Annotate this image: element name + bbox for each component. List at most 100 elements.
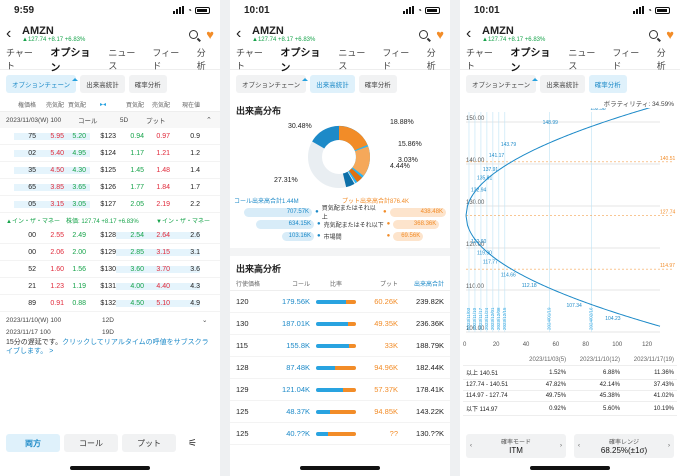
settings-sliders-icon[interactable]: ⚟ [188, 438, 197, 449]
subtab-volume[interactable]: 出来高統計 [80, 75, 125, 93]
tab-feed[interactable]: フィード [612, 46, 646, 72]
cell-k: $130 [100, 265, 116, 273]
tab-chart[interactable]: チャート [466, 46, 500, 72]
volume-row[interactable]: 129 121.04K 57.37K 178.41K [230, 379, 450, 401]
cell-e: 0.97 [156, 132, 170, 140]
subtab-volume[interactable]: 出来高統計 [540, 75, 585, 93]
search-icon[interactable] [649, 30, 659, 39]
cell-f: 4.9 [170, 299, 200, 307]
back-icon[interactable]: ‹ [466, 25, 480, 43]
volume-row[interactable]: 120 179.56K 60.26K 239.82K [230, 291, 450, 313]
chain-row[interactable]: 89 0.91 0.88 $132 4.50 5.10 4.9 [0, 295, 220, 312]
subtab-chain[interactable]: オプションチェーン [466, 75, 537, 93]
expiry-date-label: 2023/11/03 [466, 307, 471, 330]
favorite-heart-icon[interactable]: ♥ [666, 27, 674, 42]
put-button[interactable]: プット [122, 434, 176, 452]
lower-value-label: 114.66 [501, 272, 516, 278]
battery-icon [655, 6, 670, 14]
x-tick-label: 0 [463, 342, 467, 348]
favorite-heart-icon[interactable]: ♥ [206, 27, 214, 42]
tab-feed[interactable]: フィード [152, 46, 186, 72]
volume-row[interactable]: 128 87.48K 94.96K 182.44K [230, 357, 450, 379]
chevron-up-icon[interactable]: ⌃ [206, 116, 212, 124]
chain-row[interactable]: 02 5.40 4.95 $124 1.17 1.21 1.2 [0, 145, 220, 162]
call-button[interactable]: コール [64, 434, 118, 452]
expiry-row-3[interactable]: 2023/11/17 100 19D [0, 328, 220, 336]
favorite-heart-icon[interactable]: ♥ [436, 27, 444, 42]
chain-row[interactable]: 75 5.95 5.20 $123 0.94 0.97 0.9 [0, 128, 220, 145]
probability-cone-chart: 150.00140.00130.00120.00110.00100.002023… [463, 104, 676, 348]
subtab-probability[interactable]: 確率分析 [588, 75, 627, 93]
cell-k: $131 [100, 282, 116, 290]
col-bid: 買気配 [67, 103, 86, 109]
back-icon[interactable]: ‹ [236, 25, 250, 43]
cell-f: 1.7 [190, 183, 200, 191]
tab-analysis[interactable]: 分析 [657, 46, 674, 72]
chain-row[interactable]: 00 2.06 2.00 $129 2.85 3.15 3.1 [0, 244, 220, 261]
expiry-row[interactable]: 2023/11/03(W) 100 コール 5D プット ⌃ [0, 112, 220, 128]
cell-e: 3.70 [144, 265, 170, 273]
distribution-row: 103.16K ● 市場間 ● 69.56K [234, 230, 446, 242]
chevron-left-icon[interactable]: ‹ [578, 443, 580, 449]
put-pill: 438.48K [389, 207, 446, 217]
tab-feed[interactable]: フィード [382, 46, 416, 72]
back-icon[interactable]: ‹ [6, 25, 20, 43]
volume-row[interactable]: 115 155.8K 33K 188.79K [230, 335, 450, 357]
subtab-chain[interactable]: オプションチェーン [6, 75, 77, 93]
subtab-probability[interactable]: 確率分析 [358, 75, 397, 93]
vh-ratio: 比率 [329, 282, 342, 288]
cell-b: 1.23 [50, 282, 64, 290]
call-dot-icon: ● [317, 221, 321, 227]
tab-options[interactable]: オプション [280, 44, 328, 81]
tab-news[interactable]: ニュース [108, 46, 142, 72]
tab-options[interactable]: オプション [50, 44, 98, 81]
split-icon[interactable]: ▸◂ [90, 101, 116, 108]
call-ratio [316, 299, 346, 304]
chain-row[interactable]: 52 1.60 1.56 $130 3.60 3.70 3.6 [0, 261, 220, 278]
probability-range-select[interactable]: ‹ 確率レンジ 68.25%(±1σ) › [574, 434, 674, 458]
search-icon[interactable] [189, 30, 199, 39]
row-label: 売気配またはそれ以下 [323, 222, 384, 229]
chain-row[interactable]: 05 3.15 3.05 $127 2.05 2.19 2.2 [0, 196, 220, 213]
subtab-probability[interactable]: 確率分析 [128, 75, 167, 93]
put-ratio [346, 299, 356, 304]
chain-row[interactable]: 65 3.85 3.65 $126 1.77 1.84 1.7 [0, 179, 220, 196]
chevron-right-icon[interactable]: › [668, 443, 670, 449]
chevron-right-icon[interactable]: › [560, 443, 562, 449]
cell-f: 2.2 [190, 200, 200, 208]
strike: 120 [236, 297, 249, 306]
chain-row[interactable]: 35 4.50 4.30 $125 1.45 1.48 1.4 [0, 162, 220, 179]
cell-c: 1.56 [72, 265, 86, 273]
chain-row[interactable]: 21 1.23 1.19 $131 4.00 4.40 4.3 [0, 278, 220, 295]
chain-row[interactable]: 00 2.55 2.49 $128 2.54 2.64 2.6 [0, 227, 220, 244]
volume-row[interactable]: 130 187.01K 49.35K 236.36K [230, 313, 450, 335]
chevron-down-icon[interactable]: ⌄ [202, 316, 207, 324]
volume-row[interactable]: 125 48.37K 94.85K 143.22K [230, 401, 450, 423]
subtab-chain[interactable]: オプションチェーン [236, 75, 307, 93]
table-header-cell: 2023/11/17(19) [623, 355, 677, 366]
tab-analysis[interactable]: 分析 [197, 46, 214, 72]
cell-k: $132 [100, 299, 116, 307]
both-button[interactable]: 両方 [6, 434, 60, 452]
lower-value-label: 112.18 [522, 283, 537, 289]
subtab-volume[interactable]: 出来高統計 [310, 75, 355, 93]
tab-options[interactable]: オプション [510, 44, 558, 81]
cell-k: $125 [100, 166, 116, 174]
volume-row[interactable]: 125 40.??K?? 130.??K [230, 423, 450, 445]
probability-mode-select[interactable]: ‹ 確率モード ITM › [466, 434, 566, 458]
cell-d: 1.45 [130, 166, 144, 174]
cell-d: 1.77 [130, 183, 144, 191]
expiry-row-2[interactable]: 2023/11/10(W) 100 12D ⌄ [0, 312, 220, 328]
table-row: 以上 140.51 1.52% 6.88% 11.36% [463, 365, 677, 380]
signal-icon [633, 6, 645, 14]
chevron-left-icon[interactable]: ‹ [470, 443, 472, 449]
tab-chart[interactable]: チャート [6, 46, 40, 72]
tab-news[interactable]: ニュース [338, 46, 372, 72]
tab-news[interactable]: ニュース [568, 46, 602, 72]
cell-c: 4.95 [64, 149, 90, 157]
tab-chart[interactable]: チャート [236, 46, 270, 72]
cell-k: $128 [100, 231, 116, 239]
search-icon[interactable] [419, 30, 429, 39]
tab-analysis[interactable]: 分析 [427, 46, 444, 72]
band-label: 140.51 [660, 156, 676, 162]
